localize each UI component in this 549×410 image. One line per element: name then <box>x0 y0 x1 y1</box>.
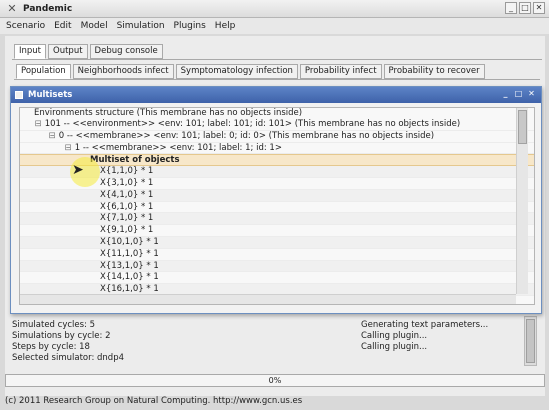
multisets-window: Multisets _ □ ✕ Environments structure (… <box>10 86 542 314</box>
tab-input[interactable]: Input <box>14 44 47 59</box>
log-line: Calling plugin... <box>361 342 428 352</box>
collapse-icon[interactable]: ⊟ <box>48 131 56 143</box>
tab-debug-console[interactable]: Debug console <box>89 44 163 59</box>
tree-node-label: 101 -- <<environment>> <env: 101; label:… <box>44 119 461 129</box>
menu-model[interactable]: Model <box>81 21 108 31</box>
tab-population[interactable]: Population <box>16 64 71 79</box>
top-tabs: Input Output Debug console <box>14 44 163 59</box>
main-title-bar: ✕ Pandemic _ □ ✕ <box>0 0 549 18</box>
maximize-button[interactable]: □ <box>519 2 531 14</box>
multiset-items: X{1,1,0} * 1 X{3,1,0} * 1 X{4,1,0} * 1 X{6,… <box>20 166 534 304</box>
multiset-item[interactable]: X{6,1,0} * 1 <box>20 202 534 214</box>
simulation-stats: Simulated cycles: 5 Simulations by cycle… <box>12 320 124 364</box>
close-button[interactable]: ✕ <box>526 89 537 100</box>
app-icon: ✕ <box>7 2 17 15</box>
multiset-item[interactable]: X{7,1,0} * 1 <box>20 213 534 226</box>
tab-symptomatology-infection[interactable]: Symptomatology infection <box>175 64 298 79</box>
multisets-tree: Environments structure (This membrane ha… <box>19 107 535 305</box>
sub-tabs: Population Neighborhoods infect Symptoma… <box>16 64 485 79</box>
tree-node-label: 1 -- <<membrane>> <env: 101; label: 1; i… <box>74 142 282 153</box>
footer-copyright: (c) 2011 Research Group on Natural Compu… <box>5 396 303 406</box>
window-title: Pandemic <box>23 3 73 14</box>
minimize-button[interactable]: _ <box>500 89 511 100</box>
menu-scenario[interactable]: Scenario <box>6 21 45 31</box>
menu-help[interactable]: Help <box>215 21 236 31</box>
log-messages: Generating text parameters... Calling pl… <box>361 320 488 353</box>
tab-divider <box>12 59 542 60</box>
log-line: Calling plugin... <box>361 331 428 341</box>
menu-edit[interactable]: Edit <box>54 21 71 31</box>
menu-plugins[interactable]: Plugins <box>174 21 206 31</box>
window-controls: _ □ ✕ <box>505 2 545 14</box>
stat-simulations-by-cycle: Simulations by cycle: 2 <box>12 331 111 341</box>
collapse-icon[interactable]: ⊟ <box>34 119 42 131</box>
multiset-item[interactable]: X{13,1,0} * 1 <box>20 260 534 273</box>
scrollbar-thumb[interactable] <box>518 110 527 144</box>
tree-node-membrane-1[interactable]: ⊟ 1 -- <<membrane>> <env: 101; label: 1;… <box>20 143 534 155</box>
minimize-button[interactable]: _ <box>505 2 517 14</box>
multiset-item[interactable]: X{11,1,0} * 1 <box>20 249 534 261</box>
multisets-title-bar[interactable]: Multisets _ □ ✕ <box>11 87 541 103</box>
tab-output[interactable]: Output <box>48 44 88 59</box>
maximize-button[interactable]: □ <box>513 89 524 100</box>
multisets-title: Multisets <box>28 90 73 100</box>
tab-probability-to-recover[interactable]: Probability to recover <box>383 64 485 79</box>
stat-simulated-cycles: Simulated cycles: 5 <box>12 320 96 330</box>
close-button[interactable]: ✕ <box>533 2 545 14</box>
stat-selected-simulator: Selected simulator: dndp4 <box>12 353 125 363</box>
multiset-item[interactable]: X{4,1,0} * 1 <box>20 189 534 202</box>
collapse-icon[interactable]: ⊟ <box>64 143 72 155</box>
menu-bar: Scenario Edit Model Simulation Plugins H… <box>0 18 549 34</box>
stat-steps-by-cycle: Steps by cycle: 18 <box>12 342 90 352</box>
progress-bar: 0% <box>5 374 545 387</box>
multiset-item[interactable]: X{9,1,0} * 1 <box>20 225 534 237</box>
scrollbar-thumb[interactable] <box>526 319 535 363</box>
window-icon <box>15 91 23 99</box>
multisets-window-controls: _ □ ✕ <box>500 89 537 100</box>
tree-node-environment[interactable]: ⊟ 101 -- <<environment>> <env: 101; labe… <box>20 119 534 131</box>
tree-node-membrane-0[interactable]: ⊟ 0 -- <<membrane>> <env: 101; label: 0;… <box>20 131 534 143</box>
tree-node-label: 0 -- <<membrane>> <env: 101; label: 0; i… <box>58 130 435 141</box>
sub-tab-divider <box>14 79 540 80</box>
mouse-pointer-icon: ➤ <box>72 162 84 178</box>
log-scrollbar[interactable] <box>524 316 537 366</box>
tree-vertical-scrollbar[interactable] <box>516 108 528 294</box>
multiset-item[interactable]: X{10,1,0} * 1 <box>20 236 534 249</box>
tab-neighborhoods-infect[interactable]: Neighborhoods infect <box>72 64 174 79</box>
multiset-item[interactable]: X{14,1,0} * 1 <box>20 272 534 285</box>
tree-header: Environments structure (This membrane ha… <box>34 108 303 118</box>
tab-probability-infect[interactable]: Probability infect <box>299 64 382 79</box>
tree-horizontal-scrollbar[interactable] <box>20 294 516 304</box>
menu-simulation[interactable]: Simulation <box>117 21 165 31</box>
log-line: Generating text parameters... <box>361 320 489 330</box>
